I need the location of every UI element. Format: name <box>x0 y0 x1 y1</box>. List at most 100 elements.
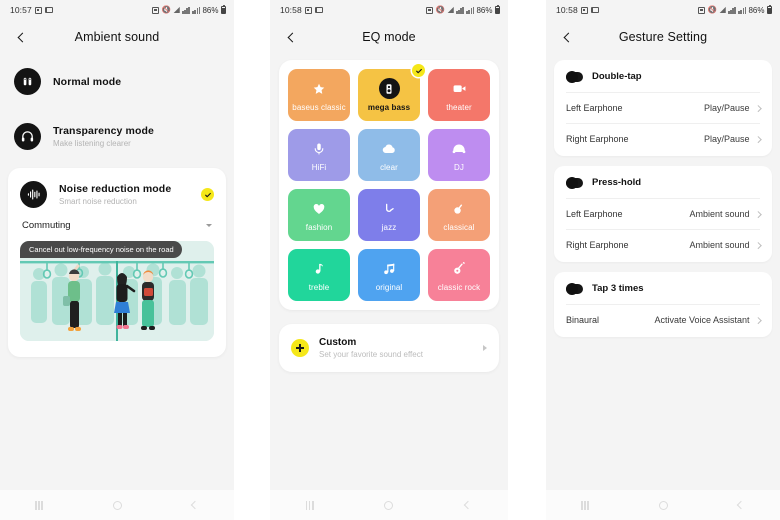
eq-tile-label: original <box>375 282 403 292</box>
mode-subtitle: Smart noise reduction <box>59 197 137 206</box>
eq-tile-dj[interactable]: DJ <box>428 129 490 181</box>
back-button[interactable] <box>276 22 306 52</box>
eq-tile-original[interactable]: original <box>358 249 420 301</box>
eq-tile-label: classic rock <box>437 282 481 292</box>
home-button[interactable] <box>104 492 130 518</box>
gesture-group-label: Double-tap <box>592 71 642 82</box>
phone-screen-eq-mode: 10:58 🔇 ◢ 86% EQ mode baseus classic meg… <box>270 0 508 520</box>
eq-tile-hifi[interactable]: HiFi <box>288 129 350 181</box>
gesture-content: Double-tap Left Earphone Play/Pause Righ… <box>546 54 780 490</box>
single-note-icon <box>309 259 329 279</box>
home-button[interactable] <box>650 492 676 518</box>
status-time: 10:58 <box>280 5 302 15</box>
alarm-icon <box>152 6 160 14</box>
gesture-group-double-tap: Double-tap Left Earphone Play/Pause Righ… <box>554 60 772 156</box>
app-bar-gesture: Gesture Setting <box>546 20 780 54</box>
alarm-icon <box>426 6 434 14</box>
chevron-right-icon <box>754 104 761 112</box>
gesture-row-label: Left Earphone <box>566 103 623 113</box>
back-nav-button[interactable] <box>728 492 754 518</box>
recents-icon <box>581 500 589 510</box>
back-button[interactable] <box>552 22 582 52</box>
double-note-icon <box>379 259 399 279</box>
eq-tile-treble[interactable]: treble <box>288 249 350 301</box>
battery-icon <box>221 5 226 14</box>
eq-tile-label: treble <box>308 282 330 292</box>
recents-button[interactable] <box>26 492 52 518</box>
chevron-left-icon <box>563 32 573 42</box>
eq-tile-theater[interactable]: theater <box>428 69 490 121</box>
scene-dropdown[interactable]: Commuting <box>8 214 226 241</box>
gesture-toggle[interactable] <box>566 70 583 83</box>
gesture-row-left-earphone[interactable]: Left Earphone Play/Pause <box>554 93 772 123</box>
gesture-row-right-earphone[interactable]: Right Earphone Play/Pause <box>554 124 772 154</box>
dj-headset-icon <box>449 139 469 159</box>
noise-reduction-card: Noise reduction mode Smart noise reducti… <box>8 168 226 357</box>
eq-tile-classical[interactable]: classical <box>428 189 490 241</box>
status-bar-left: 10:57 <box>10 5 53 15</box>
home-button[interactable] <box>376 492 402 518</box>
custom-eq-row[interactable]: Custom Set your favorite sound effect <box>279 324 499 372</box>
earbuds-icon <box>14 68 41 95</box>
back-button[interactable] <box>6 22 36 52</box>
eq-tile-clear[interactable]: clear <box>358 129 420 181</box>
mode-subtitle: Make listening clearer <box>53 139 131 148</box>
eq-tile-label: HiFi <box>311 162 327 172</box>
eq-tile-label: fashion <box>305 222 333 232</box>
eq-tile-fashion[interactable]: fashion <box>288 189 350 241</box>
gesture-row-value: Activate Voice Assistant <box>654 315 750 325</box>
phone-screen-gesture-setting: 10:58 🔇 ◢ 86% Gesture Setting Double-tap… <box>546 0 780 520</box>
video-camera-icon <box>449 79 469 99</box>
eq-tile-jazz[interactable]: jazz <box>358 189 420 241</box>
mode-title: Normal mode <box>53 75 122 88</box>
gesture-group-tap-3-times: Tap 3 times Binaural Activate Voice Assi… <box>554 272 772 337</box>
mode-item-transparency[interactable]: Transparency mode Make listening clearer <box>0 109 234 164</box>
mode-item-noise-reduction[interactable]: Noise reduction mode Smart noise reducti… <box>8 168 226 214</box>
status-bar-right-3: 🔇 ◢ 86% <box>698 5 772 15</box>
eq-tile-label: DJ <box>454 162 464 172</box>
chevron-down-icon <box>206 224 212 227</box>
status-bar: 10:57 🔇 ◢ 86% <box>0 0 234 20</box>
message-icon <box>314 7 323 13</box>
eq-tile-label: baseus classic <box>292 102 346 112</box>
microphone-icon <box>309 139 329 159</box>
gesture-row-label: Binaural <box>566 315 600 325</box>
recents-icon <box>35 500 43 510</box>
back-icon <box>464 500 473 510</box>
eq-tile-classic-rock[interactable]: classic rock <box>428 249 490 301</box>
chevron-right-icon <box>754 316 761 324</box>
eq-tile-label: classical <box>443 222 475 232</box>
back-nav-button[interactable] <box>182 492 208 518</box>
recents-button[interactable] <box>572 492 598 518</box>
ambient-content: Normal mode Transparency mode Make liste… <box>0 54 234 490</box>
gesture-row-value: Ambient sound <box>689 209 750 219</box>
android-nav-bar <box>0 490 234 520</box>
gesture-row-right: Play/Pause <box>703 134 761 144</box>
chevron-right-icon <box>754 135 761 143</box>
gesture-group-label: Tap 3 times <box>592 283 644 294</box>
battery-icon <box>495 5 500 14</box>
gesture-row-right: Play/Pause <box>704 103 761 113</box>
battery-percent: 86% <box>202 5 219 15</box>
gesture-row-binaural[interactable]: Binaural Activate Voice Assistant <box>554 305 772 335</box>
mode-item-normal[interactable]: Normal mode <box>0 54 234 109</box>
battery-percent: 86% <box>748 5 765 15</box>
mode-title: Transparency mode <box>53 125 154 137</box>
gesture-row-value: Play/Pause <box>703 134 750 144</box>
gesture-row-right-earphone[interactable]: Right Earphone Ambient sound <box>554 230 772 260</box>
message-icon <box>44 7 53 13</box>
signal-icon-2 <box>192 6 200 14</box>
gesture-row-left-earphone[interactable]: Left Earphone Ambient sound <box>554 199 772 229</box>
eq-selected-check-icon <box>412 64 425 77</box>
screenshot-root: 10:57 🔇 ◢ 86% Ambient sound Normal mode … <box>0 0 780 520</box>
gesture-toggle[interactable] <box>566 176 583 189</box>
eq-tile-label: jazz <box>381 222 397 232</box>
gesture-group-header: Press-hold <box>554 166 772 198</box>
gesture-toggle[interactable] <box>566 282 583 295</box>
back-nav-button[interactable] <box>455 492 481 518</box>
recents-button[interactable] <box>297 492 323 518</box>
eq-tile-mega-bass[interactable]: mega bass <box>358 64 425 121</box>
home-icon <box>658 500 668 510</box>
eq-tile-baseus-classic[interactable]: baseus classic <box>288 69 350 121</box>
wifi-icon: ◢ <box>173 5 180 14</box>
